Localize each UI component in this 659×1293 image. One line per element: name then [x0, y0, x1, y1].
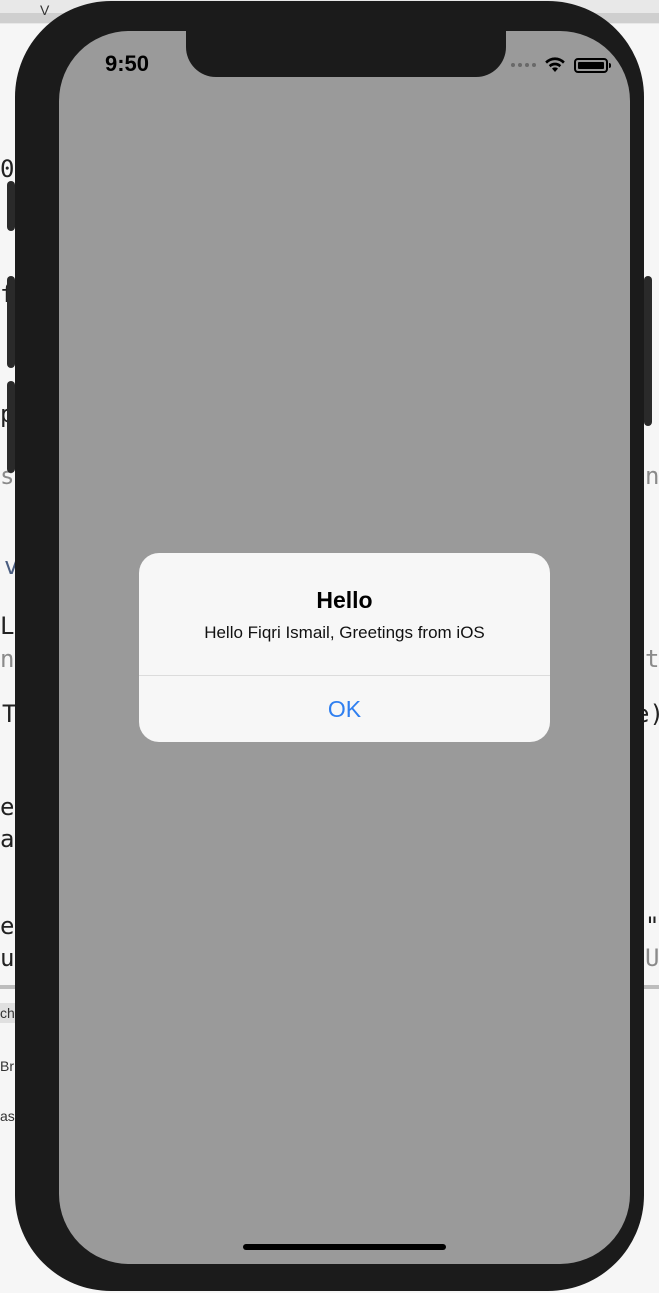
background-code-fragment: n [0, 645, 15, 673]
background-code-fragment: 0 [0, 155, 15, 183]
home-indicator[interactable] [243, 1244, 446, 1250]
iphone-simulator-frame: 9:50 Hello Hello Fiqri Ismail, Greetings… [7, 1, 652, 1291]
status-bar-indicators [511, 57, 611, 73]
power-button [644, 276, 652, 426]
device-screen: 9:50 Hello Hello Fiqri Ismail, Greetings… [59, 31, 630, 1264]
background-code-fragment: L [0, 612, 15, 640]
background-panel-tab[interactable]: ch [0, 1003, 15, 1023]
background-tab-text: V [40, 2, 50, 18]
alert-ok-button[interactable]: OK [139, 676, 550, 742]
background-code-fragment: e [0, 793, 15, 821]
wifi-icon [545, 57, 565, 72]
cellular-signal-icon [511, 63, 536, 67]
background-code-fragment: t [645, 645, 659, 673]
background-code-fragment: a [0, 825, 15, 853]
battery-icon [574, 57, 611, 73]
background-panel-item[interactable]: as [0, 1108, 15, 1124]
volume-down-button [7, 381, 15, 473]
background-code-fragment: n [645, 462, 659, 490]
alert-dialog: Hello Hello Fiqri Ismail, Greetings from… [139, 553, 550, 742]
background-code-fragment: U [645, 944, 659, 972]
mute-switch [7, 181, 15, 231]
status-bar-time: 9:50 [105, 51, 150, 76]
alert-title: Hello [316, 587, 373, 613]
background-code-fragment: u [0, 944, 15, 972]
device-notch [186, 31, 506, 77]
background-panel-item[interactable]: Br [0, 1058, 14, 1074]
volume-up-button [7, 276, 15, 368]
background-code-fragment: " [645, 912, 659, 940]
background-code-fragment: e [0, 912, 15, 940]
alert-message: Hello Fiqri Ismail, Greetings from iOS [204, 623, 485, 642]
